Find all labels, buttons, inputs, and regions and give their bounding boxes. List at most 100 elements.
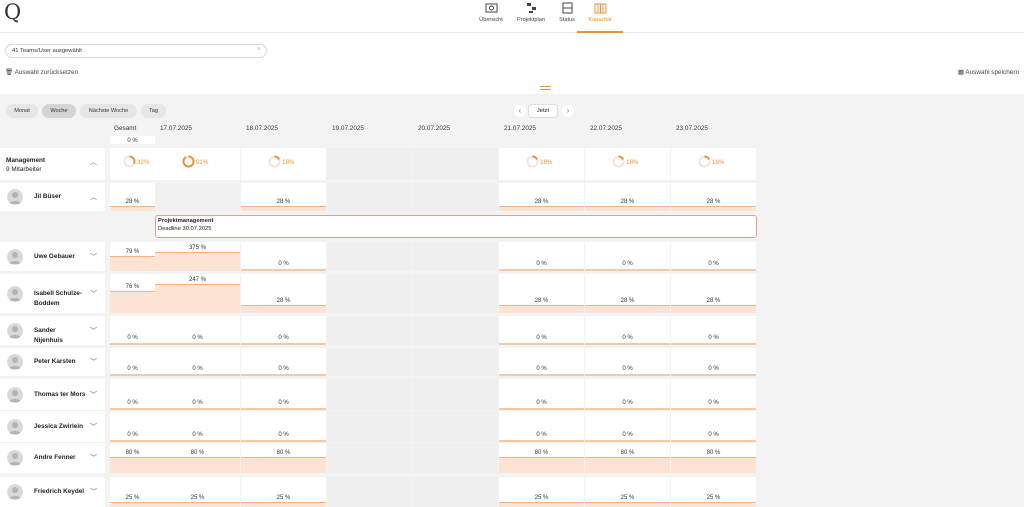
load-percent: 18% xyxy=(626,159,639,166)
person-load-cell xyxy=(413,316,498,345)
load-percent: 0 % xyxy=(708,335,719,341)
chevron-down-icon[interactable]: ﹀ xyxy=(90,252,97,262)
person-load-cell: 0 % xyxy=(499,242,584,271)
load-percent: 0 % xyxy=(127,432,138,438)
nav-label: Status xyxy=(559,17,575,23)
load-fill xyxy=(671,502,756,507)
person-name: Jessica Zwirlein xyxy=(34,422,84,430)
team-load-cell: 32% xyxy=(110,148,155,180)
load-baseline xyxy=(671,440,756,442)
chevron-up-icon[interactable]: ︿ xyxy=(90,157,97,167)
load-fill xyxy=(585,305,670,313)
load-percent: 0 % xyxy=(192,335,203,341)
person-name: Peter Karsten xyxy=(34,358,76,365)
trash-icon: 🗑 xyxy=(5,69,14,76)
chevron-down-icon[interactable]: ﹀ xyxy=(90,422,97,432)
person-load-cell xyxy=(155,183,240,211)
team-user-select[interactable]: 41 Teams/User ausgewählt × xyxy=(5,44,267,58)
person-load-cell xyxy=(327,183,412,211)
person-load-cell: 0 % xyxy=(110,316,155,345)
load-percent: 28 % xyxy=(706,298,721,304)
person-load-cell: 0 % xyxy=(671,411,756,442)
person-load-cell xyxy=(413,274,498,313)
load-fill xyxy=(110,457,155,473)
app-logo[interactable]: Q xyxy=(4,0,21,24)
nav-label: Kapazität xyxy=(588,17,612,23)
chevron-down-icon[interactable]: ﹀ xyxy=(90,326,97,336)
person-row-3[interactable]: Sander Nijenhuis ﹀ xyxy=(0,316,105,345)
avatar xyxy=(7,484,23,500)
load-baseline xyxy=(241,343,326,345)
clear-icon[interactable]: × xyxy=(257,46,261,53)
load-baseline xyxy=(241,408,326,410)
load-percent: 28 % xyxy=(620,298,635,304)
chevron-down-icon[interactable]: ﹀ xyxy=(90,289,97,299)
chevron-down-icon[interactable]: ﹀ xyxy=(90,487,97,497)
chevron-down-icon[interactable]: ﹀ xyxy=(90,357,97,367)
person-row-6[interactable]: Jessica Zwirlein ﹀ xyxy=(0,411,105,442)
load-baseline xyxy=(241,269,326,271)
task-card[interactable]: Projektmanagement Deadline 30.07.2025 xyxy=(155,215,757,238)
load-baseline xyxy=(110,343,155,345)
previous-period-button[interactable]: ‹ xyxy=(514,105,526,117)
load-percent: 0 % xyxy=(622,432,633,438)
load-donut: 91% xyxy=(182,155,208,173)
chevron-down-icon[interactable]: ﹀ xyxy=(90,453,97,463)
status-icon xyxy=(562,2,572,14)
person-row-5[interactable]: Thomas ter Mors ﹀ xyxy=(0,379,105,410)
team-load-cell: 18% xyxy=(241,148,326,180)
reset-selection-button[interactable]: 🗑 Auswahl zurücksetzen xyxy=(5,68,78,76)
load-baseline xyxy=(155,374,240,376)
person-row-8[interactable]: Friedrich Keydel ﹀ xyxy=(0,477,105,507)
load-baseline xyxy=(585,374,670,376)
load-baseline xyxy=(671,374,756,376)
person-row-7[interactable]: Andre Fenner ﹀ xyxy=(0,443,105,473)
person-load-cell: 28 % xyxy=(241,274,326,313)
load-percent: 28 % xyxy=(534,298,549,304)
overview-icon xyxy=(485,3,497,13)
cell-value: 0 % xyxy=(127,138,138,144)
view-next-week-button[interactable]: Nächste Woche xyxy=(80,104,137,118)
load-percent: 25 % xyxy=(620,495,635,501)
person-load-cell: 25 % xyxy=(241,477,326,507)
view-day-button[interactable]: Tag xyxy=(141,104,166,118)
person-load-cell: 0 % xyxy=(671,348,756,376)
load-percent: 28 % xyxy=(706,199,721,205)
person-load-cell xyxy=(327,379,412,410)
person-row-4[interactable]: Peter Karsten ﹀ xyxy=(0,348,105,376)
person-load-cell xyxy=(413,443,498,473)
load-percent: 0 % xyxy=(708,261,719,267)
load-fill xyxy=(499,457,584,473)
load-fill xyxy=(155,252,240,271)
today-button[interactable]: Jetzt xyxy=(528,104,558,118)
resize-handle[interactable] xyxy=(540,86,551,90)
load-percent: 28 % xyxy=(276,298,291,304)
load-fill xyxy=(585,457,670,473)
chevron-down-icon[interactable]: ﹀ xyxy=(90,390,97,400)
chevron-up-icon[interactable]: ︿ xyxy=(90,192,97,202)
team-row-management[interactable]: Management 9 Mitarbeiter ︿ xyxy=(0,148,105,180)
load-percent: 0 % xyxy=(278,366,289,372)
view-week-button[interactable]: Woche xyxy=(42,104,76,118)
next-period-button[interactable]: › xyxy=(562,105,574,117)
load-baseline xyxy=(671,269,756,271)
person-load-cell: 28 % xyxy=(585,183,670,211)
load-percent: 80 % xyxy=(534,450,549,456)
load-percent: 0 % xyxy=(192,366,203,372)
save-selection-button[interactable]: ▦ Auswahl speichern xyxy=(958,68,1019,76)
load-fill xyxy=(241,206,326,211)
person-load-cell: 0 % xyxy=(499,316,584,345)
person-load-cell: 25 % xyxy=(585,477,670,507)
person-load-cell: 0 % xyxy=(110,411,155,442)
nav-label: Übersicht xyxy=(479,17,503,23)
person-row-1[interactable]: Uwe Gebauer ﹀ xyxy=(0,242,105,271)
person-load-cell xyxy=(413,348,498,376)
nav-capacity[interactable]: Kapazität xyxy=(577,0,623,33)
view-month-button[interactable]: Monat xyxy=(6,104,38,118)
person-row-2[interactable]: Isabell Schulze-Boddem ﹀ xyxy=(0,274,105,313)
person-load-cell: 0 % xyxy=(671,242,756,271)
person-row-0[interactable]: Jil Büser ︿ xyxy=(0,183,105,211)
load-percent: 28 % xyxy=(620,199,635,205)
load-fill xyxy=(155,502,240,507)
load-percent: 25 % xyxy=(276,495,291,501)
